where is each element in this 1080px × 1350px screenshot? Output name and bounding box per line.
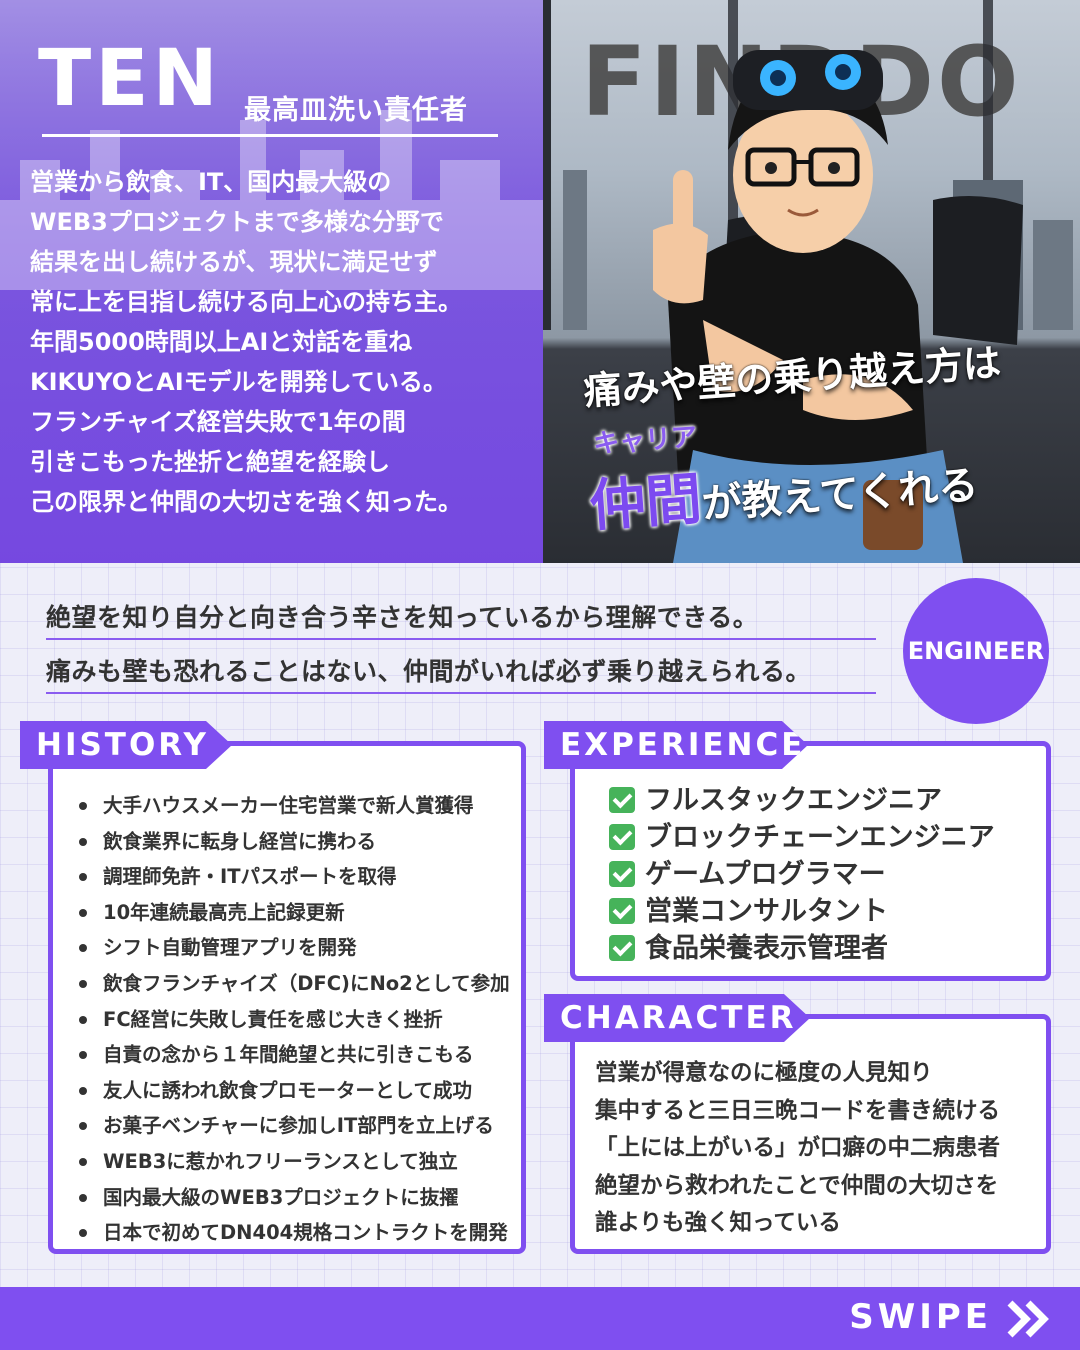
experience-label: ブロックチェーンエンジニア	[645, 822, 995, 853]
bio-line: 年間5000時間以上AIと対話を重ね	[30, 328, 413, 356]
experience-item: ゲームプログラマー	[609, 856, 995, 893]
engineer-badge: ENGINEER	[903, 578, 1049, 724]
check-icon	[609, 824, 635, 850]
bio-line: 己の限界と仲間の大切さを強く知った。	[30, 488, 462, 516]
character-line: 誰よりも強く知っている	[595, 1210, 841, 1236]
character-text: 営業が得意なのに極度の人見知り 集中すると三日三晩コードを書き続ける 「上には上…	[595, 1055, 1000, 1243]
profile-role: 最高皿洗い責任者	[244, 95, 468, 126]
history-list: 大手ハウスメーカー住宅営業で新人賞獲得 飲食業界に転身し経営に携わる 調理師免許…	[77, 788, 510, 1251]
check-icon	[609, 787, 635, 813]
experience-label: フルスタックエンジニア	[645, 785, 942, 816]
history-item: 自責の念から１年間絶望と共に引きこもる	[77, 1037, 510, 1073]
experience-heading: EXPERIENCE	[544, 721, 808, 769]
bio-line: 引きこもった挫折と絶望を経験し	[30, 448, 390, 476]
experience-item: 食品栄養表示管理者	[609, 930, 995, 967]
quote-block: 絶望を知り自分と向き合う辛さを知っているから理解できる。 痛みも壁も恐れることは…	[46, 598, 876, 706]
quote-line: 痛みも壁も恐れることはない、仲間がいれば必ず乗り越えられる。	[46, 652, 876, 694]
experience-card: フルスタックエンジニア ブロックチェーンエンジニア ゲームプログラマー 営業コン…	[570, 741, 1051, 981]
history-item: 飲食業界に転身し経営に携わる	[77, 824, 510, 860]
profile-name: TEN	[38, 34, 222, 124]
hero-section: TEN 最高皿洗い責任者 営業から飲食、IT、国内最大級の WEB3プロジェクト…	[0, 0, 1080, 563]
history-item: WEB3に惹かれフリーランスとして独立	[77, 1144, 510, 1180]
experience-label: 営業コンサルタント	[645, 896, 888, 927]
history-item: 国内最大級のWEB3プロジェクトに抜擢	[77, 1180, 510, 1216]
bio-line: フランチャイズ経営失敗で1年の間	[30, 408, 406, 436]
history-heading: HISTORY	[20, 721, 232, 769]
history-item: 飲食フランチャイズ（DFC)にNo2として参加	[77, 966, 510, 1002]
experience-item: フルスタックエンジニア	[609, 782, 995, 819]
double-chevron-right-icon[interactable]	[1006, 1299, 1052, 1339]
experience-list: フルスタックエンジニア ブロックチェーンエンジニア ゲームプログラマー 営業コン…	[609, 782, 995, 967]
experience-label: 食品栄養表示管理者	[645, 933, 888, 964]
character-line: 絶望から救われたことで仲間の大切さを	[595, 1172, 999, 1199]
bio-line: 営業から飲食、IT、国内最大級の	[30, 168, 392, 196]
experience-item: 営業コンサルタント	[609, 893, 995, 930]
character-line: 「上には上がいる」が口癖の中二病患者	[595, 1135, 1001, 1161]
character-card: 営業が得意なのに極度の人見知り 集中すると三日三晩コードを書き続ける 「上には上…	[570, 1014, 1051, 1254]
history-card: 大手ハウスメーカー住宅営業で新人賞獲得 飲食業界に転身し経営に携わる 調理師免許…	[48, 741, 526, 1254]
character-line: 営業が得意なのに極度の人見知り	[595, 1060, 933, 1086]
bio-line: WEB3プロジェクトまで多様な分野で	[30, 208, 444, 236]
bio-line: 常に上を目指し続ける向上心の持ち主。	[30, 288, 462, 316]
profile-panel: TEN 最高皿洗い責任者 営業から飲食、IT、国内最大級の WEB3プロジェクト…	[0, 0, 543, 563]
history-item: シフト自動管理アプリを開発	[77, 930, 510, 966]
profile-bio: 営業から飲食、IT、国内最大級の WEB3プロジェクトまで多様な分野で 結果を出…	[30, 162, 535, 522]
character-line: 集中すると三日三晩コードを書き続ける	[595, 1097, 1001, 1124]
catch-copy-highlight: 仲間	[587, 466, 704, 540]
swipe-label[interactable]: SWIPE	[849, 1297, 992, 1337]
history-item: 10年連続最高売上記録更新	[77, 895, 510, 931]
history-item: お菓子ベンチャーに参加しIT部門を立上げる	[77, 1108, 510, 1144]
history-item: 調理師免許・ITパスポートを取得	[77, 859, 510, 895]
check-icon	[609, 861, 635, 887]
check-icon	[609, 898, 635, 924]
check-icon	[609, 935, 635, 961]
history-item: FC経営に失敗し責任を感じ大きく挫折	[77, 1002, 510, 1038]
history-item: 日本で初めてDN404規格コントラクトを開発	[77, 1215, 510, 1251]
character-heading: CHARACTER	[544, 994, 810, 1042]
history-item: 友人に誘われ飲食プロモーターとして成功	[77, 1073, 510, 1109]
quote-line: 絶望を知り自分と向き合う辛さを知っているから理解できる。	[46, 598, 876, 640]
experience-label: ゲームプログラマー	[645, 859, 886, 890]
name-underline	[42, 134, 498, 137]
bio-line: 結果を出し続けるが、現状に満足せず	[30, 248, 438, 276]
footer-bar: SWIPE	[0, 1287, 1080, 1350]
history-item: 大手ハウスメーカー住宅営業で新人賞獲得	[77, 788, 510, 824]
character-illustration-panel: FINDDO	[543, 0, 1080, 563]
experience-item: ブロックチェーンエンジニア	[609, 819, 995, 856]
bio-line: KIKUYOとAIモデルを開発している。	[30, 368, 447, 396]
catch-copy-rest: が教えてくれる	[700, 462, 980, 528]
